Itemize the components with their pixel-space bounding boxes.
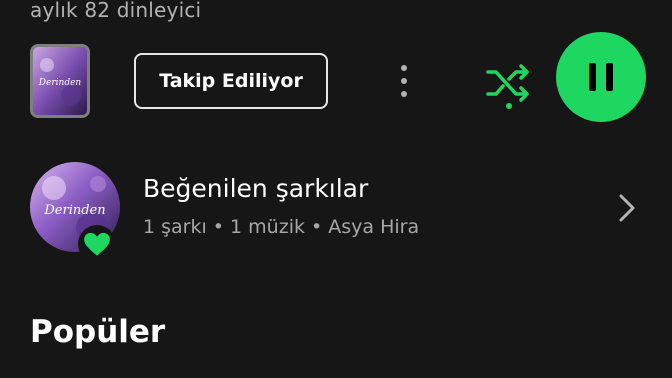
more-dot	[401, 91, 407, 97]
shuffle-icon	[486, 64, 529, 109]
heart-icon	[84, 232, 110, 256]
more-dot	[401, 65, 407, 71]
heart-badge	[78, 225, 116, 263]
more-dot	[401, 78, 407, 84]
thumbnail-art-text: Derinden	[38, 78, 82, 88]
more-options-icon[interactable]	[386, 58, 422, 104]
pause-icon	[589, 63, 613, 91]
shuffle-button[interactable]	[482, 56, 536, 110]
monthly-listeners: aylık 82 dinleyici	[30, 0, 202, 22]
pause-button[interactable]	[556, 32, 646, 122]
thumbnail-art: Derinden	[33, 47, 87, 115]
section-title-popular: Popüler	[30, 314, 166, 350]
liked-songs-row[interactable]: Derinden Beğenilen şarkılar 1 şarkı • 1 …	[0, 150, 672, 263]
liked-art-text: Derinden	[43, 203, 105, 218]
liked-songs-title: Beğenilen şarkılar	[143, 174, 369, 203]
following-button[interactable]: Takip Ediliyor	[134, 53, 328, 109]
artist-thumbnail[interactable]: Derinden	[30, 44, 90, 118]
liked-songs-subtitle: 1 şarkı • 1 müzik • Asya Hira	[143, 216, 420, 238]
chevron-right-icon	[619, 194, 635, 222]
